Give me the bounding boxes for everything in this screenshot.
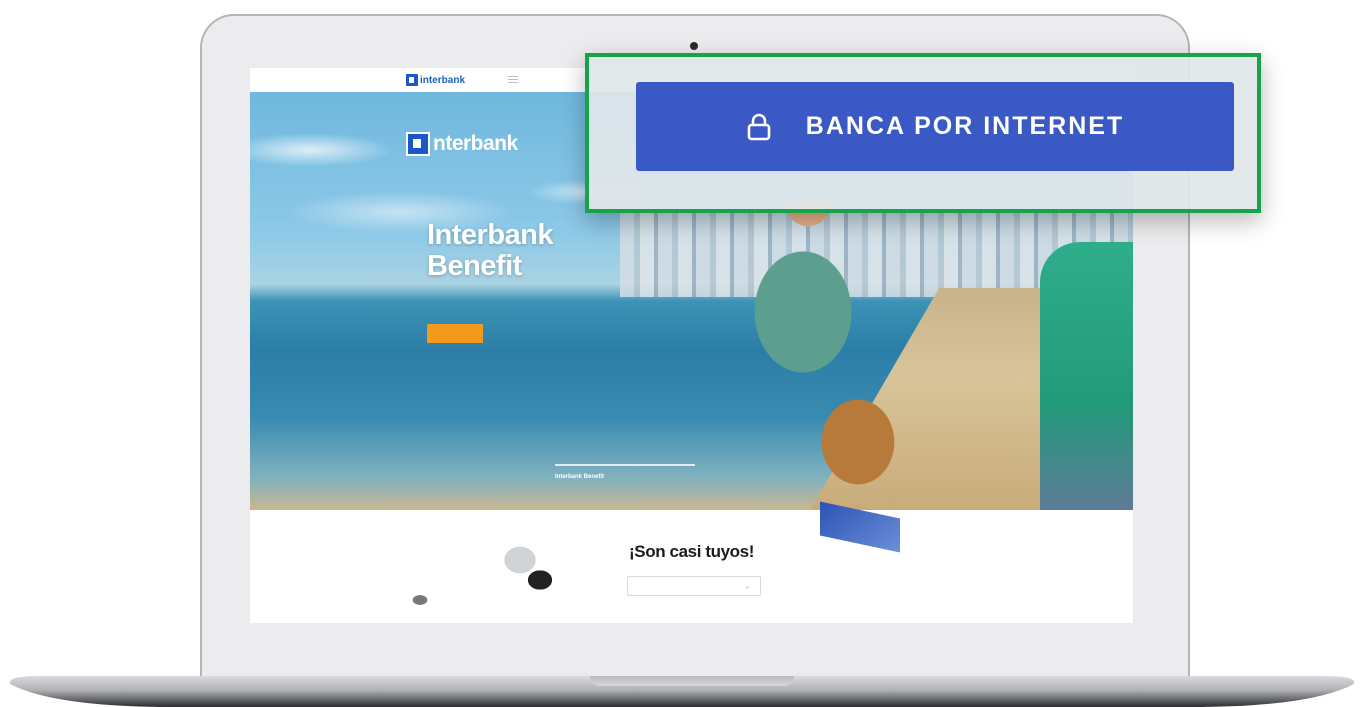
- laptop-notch: [590, 676, 794, 686]
- chevron-down-icon: ⌄: [744, 584, 750, 590]
- hero-title-line2: Benefit: [427, 250, 522, 282]
- products-section: ¡Son casi tuyos! ⌄: [250, 501, 1133, 623]
- camera-icon: [690, 42, 698, 50]
- hero-person-green-shirt: [1040, 242, 1133, 510]
- hero-logo-text: nterbank: [433, 132, 518, 155]
- hero-title-line1: Interbank: [427, 219, 554, 251]
- products-select[interactable]: ⌄: [627, 576, 761, 596]
- lock-icon: [747, 113, 771, 140]
- highlight-callout: BANCA POR INTERNET: [585, 53, 1261, 213]
- hero-foot-col2-title: Interbank Benefit: [555, 474, 605, 480]
- products-title: ¡Son casi tuyos!: [629, 542, 754, 561]
- interbank-logo-icon: [406, 132, 430, 156]
- hamburger-menu-icon[interactable]: [508, 74, 518, 84]
- hero-foot-col2[interactable]: Interbank Benefit: [555, 474, 675, 481]
- hero-cta-button[interactable]: [427, 324, 483, 343]
- site-logo-text: interbank: [420, 74, 466, 86]
- hero-person-jumping: [708, 202, 948, 510]
- interbank-logo-icon: [406, 74, 418, 86]
- banca-por-internet-button[interactable]: BANCA POR INTERNET: [636, 82, 1234, 171]
- hero-divider: [555, 464, 695, 466]
- hero-logo: nterbank: [406, 132, 518, 156]
- banca-por-internet-label: BANCA POR INTERNET: [805, 112, 1125, 140]
- site-logo[interactable]: interbank: [406, 73, 465, 87]
- hero-title: Interbank Benefit: [427, 220, 597, 282]
